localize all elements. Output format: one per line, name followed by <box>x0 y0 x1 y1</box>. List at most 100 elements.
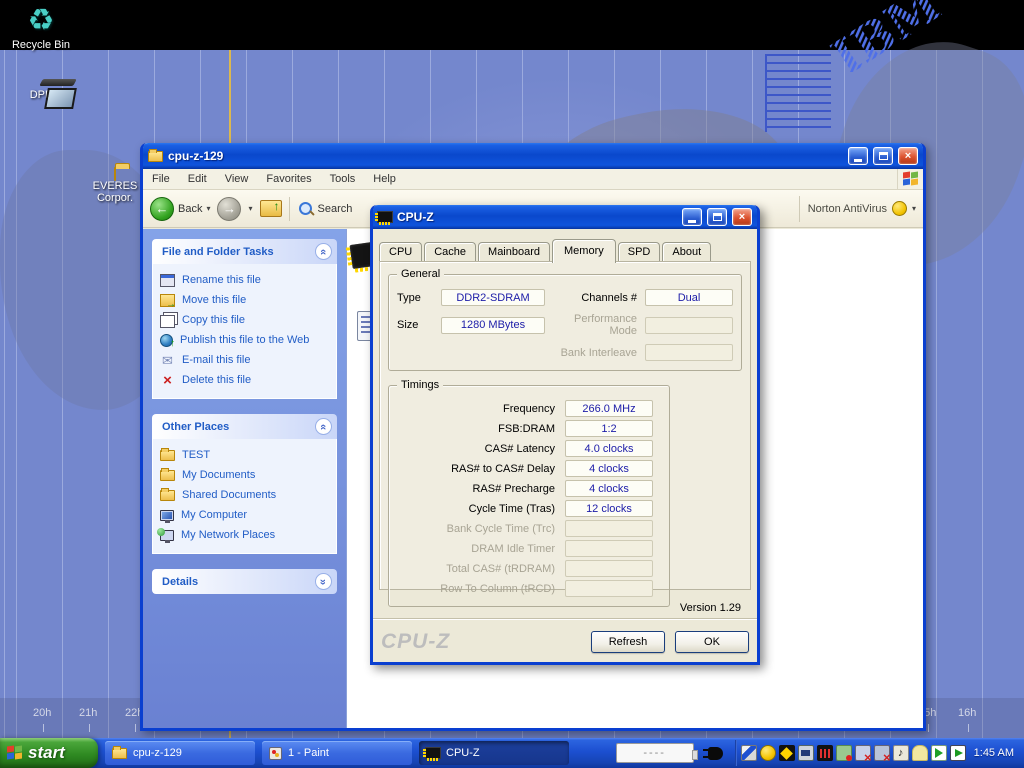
place-shared-documents[interactable]: Shared Documents <box>160 487 332 503</box>
back-dropdown-icon[interactable]: ▾ <box>206 204 210 213</box>
panel-title: Other Places <box>162 421 229 433</box>
tab-mainboard[interactable]: Mainboard <box>478 242 550 261</box>
up-one-level-button[interactable] <box>260 200 282 217</box>
fsb-dram-label: FSB:DRAM <box>397 423 555 435</box>
place-my-documents[interactable]: My Documents <box>160 467 332 483</box>
task-publish-this-file[interactable]: Publish this file to the Web <box>160 332 332 348</box>
menu-tools[interactable]: Tools <box>321 169 365 189</box>
ibm-logo-text: IBM <box>823 0 951 72</box>
display-error-tray-icon[interactable] <box>874 745 890 761</box>
recycle-bin-icon: ♻ <box>4 4 78 38</box>
maximize-button[interactable] <box>707 208 727 226</box>
task-label: Delete this file <box>182 374 251 386</box>
explorer-titlebar[interactable]: cpu-z-129 × <box>143 143 923 169</box>
desktop-icon-recycle-bin[interactable]: ♻ Recycle Bin <box>4 4 78 51</box>
ras-precharge-value: 4 clocks <box>565 480 653 497</box>
timings-legend: Timings <box>397 379 443 391</box>
menu-view[interactable]: View <box>216 169 258 189</box>
maximize-icon <box>713 213 722 221</box>
menu-help[interactable]: Help <box>364 169 405 189</box>
explorer-task-pane: File and Folder Tasks « Rename this file… <box>143 229 346 728</box>
minimize-button[interactable] <box>848 147 868 165</box>
place-my-computer[interactable]: My Computer <box>160 507 332 523</box>
ras-to-cas-value: 4 clocks <box>565 460 653 477</box>
users-offline-tray-icon[interactable] <box>836 745 852 761</box>
collapse-chevron-icon[interactable]: « <box>315 243 332 260</box>
cpuz-titlebar[interactable]: CPU-Z × <box>373 205 757 229</box>
timezone-tick <box>43 724 44 732</box>
tab-spd[interactable]: SPD <box>618 242 661 261</box>
green-arrow-tray-icon[interactable] <box>931 745 947 761</box>
maximize-button[interactable] <box>873 147 893 165</box>
place-label: My Documents <box>182 469 255 481</box>
task-label: 1 - Paint <box>288 747 329 759</box>
close-button[interactable]: × <box>898 147 918 165</box>
row-to-column-value <box>565 580 653 597</box>
norton-antivirus-toolbar[interactable]: Norton AntiVirus ▾ <box>799 196 916 222</box>
tab-cache[interactable]: Cache <box>424 242 476 261</box>
details-header[interactable]: Details « <box>152 569 337 594</box>
performance-mode-value <box>645 317 733 334</box>
dialog-separator <box>373 618 757 620</box>
norton-dropdown-icon[interactable]: ▾ <box>912 204 916 213</box>
norton-antivirus-icon <box>892 201 907 216</box>
taskbar-clock[interactable]: 1:45 AM <box>966 747 1024 759</box>
panel-title: File and Folder Tasks <box>162 246 274 258</box>
channels-label: Channels # <box>553 292 637 304</box>
task-move-this-file[interactable]: Move this file <box>160 292 332 308</box>
file-and-folder-tasks-header[interactable]: File and Folder Tasks « <box>152 239 337 264</box>
bank-cycle-time-label: Bank Cycle Time (Trc) <box>397 523 555 535</box>
tab-cpu[interactable]: CPU <box>379 242 422 261</box>
search-button[interactable]: Search <box>297 200 353 218</box>
mail-alert-tray-icon[interactable] <box>779 745 795 761</box>
norton-antivirus-tray-icon[interactable] <box>760 745 776 761</box>
start-button[interactable]: start <box>0 738 98 768</box>
desktop-icon-dpb[interactable]: DPB <box>4 88 78 101</box>
cycle-time-value: 12 clocks <box>565 500 653 517</box>
firewall-tray-icon[interactable] <box>741 745 757 761</box>
forward-button[interactable]: → <box>217 197 241 221</box>
volume-tray-icon[interactable] <box>893 745 909 761</box>
forward-dropdown-icon[interactable]: ▾ <box>248 204 252 213</box>
file-and-folder-tasks-panel: File and Folder Tasks « Rename this file… <box>152 239 337 399</box>
menu-favorites[interactable]: Favorites <box>257 169 320 189</box>
taskbar-task-paint[interactable]: 1 - Paint <box>262 741 412 765</box>
place-test[interactable]: TEST <box>160 447 332 463</box>
minimize-button[interactable] <box>682 208 702 226</box>
task-label: Copy this file <box>182 314 245 326</box>
cycle-time-label: Cycle Time (Tras) <box>397 503 555 515</box>
flag-window-tray-icon[interactable] <box>950 745 966 761</box>
taskbar-task-cpuz[interactable]: CPU-Z <box>419 741 569 765</box>
menu-edit[interactable]: Edit <box>179 169 216 189</box>
task-email-this-file[interactable]: ✉ E-mail this file <box>160 352 332 368</box>
system-tray <box>741 745 966 761</box>
battery-meter-widget[interactable]: ---- <box>616 743 694 763</box>
back-label: Back <box>178 203 202 215</box>
general-legend: General <box>397 268 444 280</box>
email-icon: ✉ <box>160 354 175 367</box>
task-delete-this-file[interactable]: × Delete this file <box>160 372 332 388</box>
dram-idle-timer-label: DRAM Idle Timer <box>397 543 555 555</box>
expand-chevron-icon[interactable]: « <box>315 573 332 590</box>
task-copy-this-file[interactable]: Copy this file <box>160 312 332 328</box>
close-button[interactable]: × <box>732 208 752 226</box>
tab-about[interactable]: About <box>662 242 711 261</box>
refresh-button[interactable]: Refresh <box>591 631 665 653</box>
ghost-tray-icon[interactable] <box>912 745 928 761</box>
menu-file[interactable]: File <box>143 169 179 189</box>
network-computer-tray-icon[interactable] <box>798 745 814 761</box>
taskbar-task-cpu-z-129[interactable]: cpu-z-129 <box>105 741 255 765</box>
explorer-window-title: cpu-z-129 <box>168 149 843 163</box>
back-button[interactable]: ← Back ▾ <box>150 197 210 221</box>
disconnected-pc-tray-icon[interactable] <box>855 745 871 761</box>
ok-button[interactable]: OK <box>675 631 749 653</box>
paint-icon <box>269 747 282 760</box>
tab-memory[interactable]: Memory <box>552 239 616 263</box>
windows-logo-icon <box>7 746 23 760</box>
frequency-label: Frequency <box>397 403 555 415</box>
place-my-network-places[interactable]: My Network Places <box>160 527 332 543</box>
monitor-graph-tray-icon[interactable] <box>817 745 833 761</box>
collapse-chevron-icon[interactable]: « <box>315 418 332 435</box>
other-places-header[interactable]: Other Places « <box>152 414 337 439</box>
task-rename-this-file[interactable]: Rename this file <box>160 272 332 288</box>
